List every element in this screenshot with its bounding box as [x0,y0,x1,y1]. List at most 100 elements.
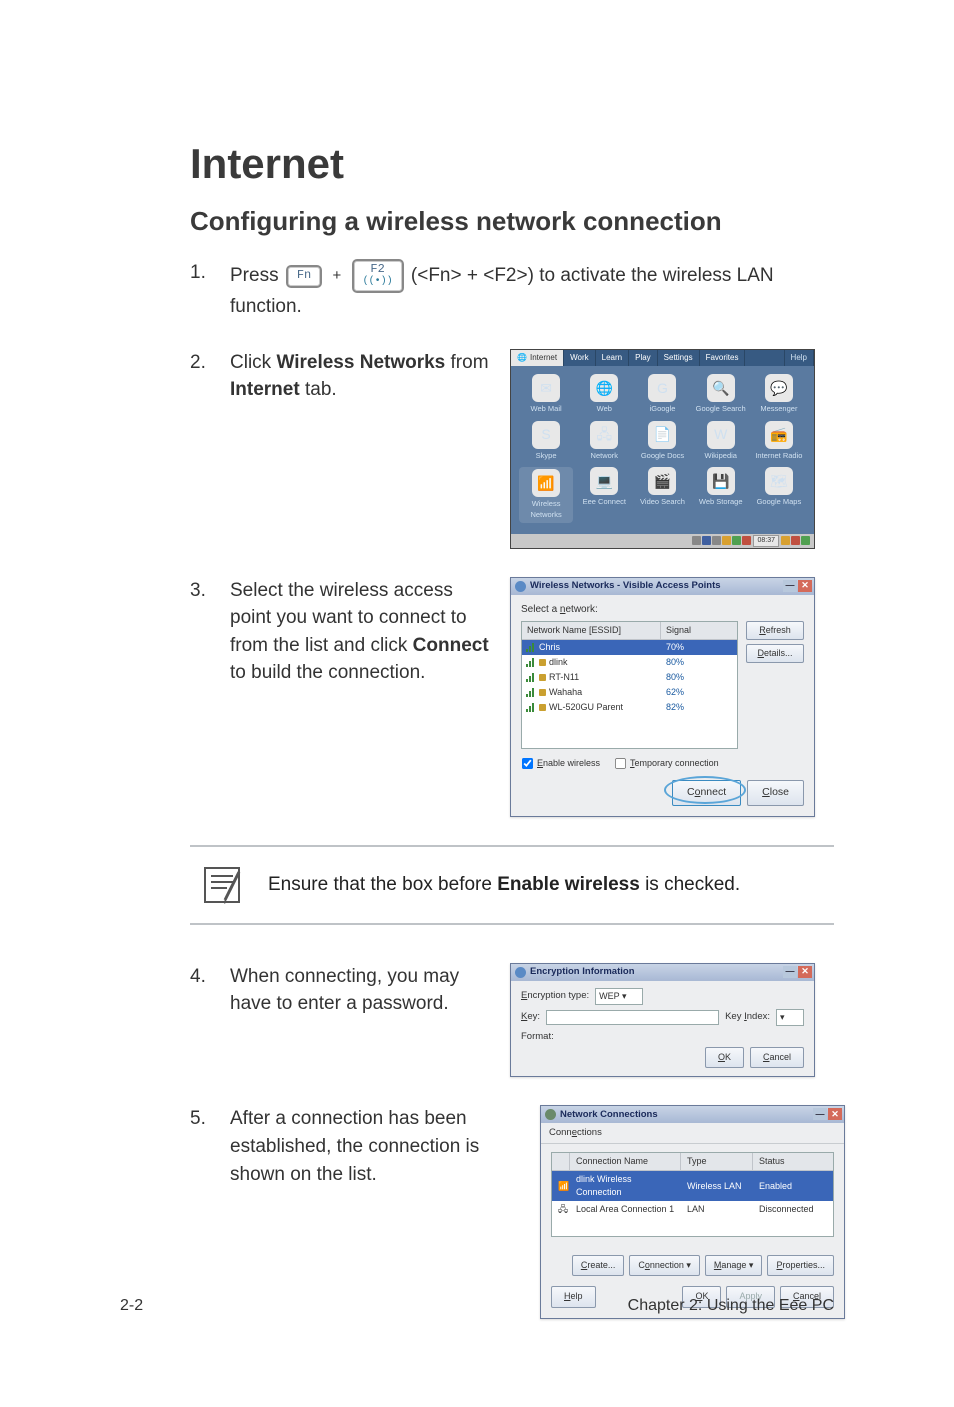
col-connection-name: Connection Name [570,1153,681,1170]
page-number: 2-2 [120,1297,143,1315]
lock-icon [539,674,546,681]
close-dialog-button[interactable]: Close [747,780,804,805]
connection-row[interactable]: 📶 dlink Wireless Connection Wireless LAN… [552,1171,833,1201]
step-2-bold-b: Internet [230,379,300,400]
note-icon [198,861,246,909]
app-skype[interactable]: SSkype [519,421,573,462]
connect-button[interactable]: Connect [672,780,741,805]
app-video-search[interactable]: 🎬Video Search [635,467,689,523]
connection-row[interactable]: 🖧 Local Area Connection 1 LAN Disconnect… [552,1201,833,1218]
connections-table[interactable]: Connection Name Type Status 📶 dlink Wire… [551,1152,834,1237]
note-text: Ensure that the box before Enable wirele… [268,874,740,896]
app-wireless-networks[interactable]: 📶Wireless Networks [519,467,573,523]
clock: 08:37 [753,535,779,547]
step-3-bold-a: Connect [413,635,489,656]
tab-work[interactable]: Work [564,350,596,366]
step-2-bold-a: Wireless Networks [276,352,445,373]
app-wikipedia[interactable]: WWikipedia [694,421,748,462]
minimize-button[interactable]: — [783,580,797,592]
app-internet-radio[interactable]: 📻Internet Radio [752,421,806,462]
connections-menu[interactable]: Connections [541,1123,844,1144]
tab-play[interactable]: Play [629,350,658,366]
network-row[interactable]: Chris 70% [522,640,737,655]
system-tray [692,536,751,545]
ok-button[interactable]: OK [705,1047,744,1068]
step-5-text: After a connection has been established,… [230,1105,520,1188]
properties-button[interactable]: Properties... [767,1255,834,1276]
tab-settings[interactable]: Settings [658,350,700,366]
app-web[interactable]: 🌐Web [577,374,631,415]
lock-icon [539,689,546,696]
manage-dropdown-button[interactable]: Manage ▾ [705,1255,763,1276]
lock-icon [539,704,546,711]
network-row[interactable]: dlink 80% [522,655,737,670]
app-google-maps[interactable]: 🗺Google Maps [752,467,806,523]
internet-tab-screenshot: 🌐Internet Work Learn Play Settings Favor… [510,349,815,549]
tab-internet[interactable]: 🌐Internet [511,350,564,366]
select-network-label: Select a network: [521,603,804,618]
tab-bar: 🌐Internet Work Learn Play Settings Favor… [511,350,814,366]
app-network[interactable]: 🖧Network [577,421,631,462]
step-3-number: 3. [190,577,212,817]
network-row[interactable]: WL-520GU Parent 82% [522,700,737,715]
app-web-mail[interactable]: ✉Web Mail [519,374,573,415]
connection-dropdown-button[interactable]: Connection ▾ [629,1255,700,1276]
step-1-text-pre: Press [230,265,284,286]
app-google-search[interactable]: 🔍Google Search [694,374,748,415]
note-box: Ensure that the box before Enable wirele… [190,845,834,925]
app-igoogle[interactable]: GiGoogle [635,374,689,415]
step-4-number: 4. [190,963,212,1078]
close-button[interactable]: ✕ [798,966,812,978]
details-button[interactable]: Details... [746,644,804,663]
wifi-antenna-icon: ((•)) [363,276,393,287]
taskbar: 08:37 [511,534,814,548]
cancel-button[interactable]: Cancel [750,1047,804,1068]
step-4-text: When connecting, you may have to enter a… [230,963,490,1018]
wifi-title-icon [515,581,526,592]
enable-wireless-checkbox[interactable]: Enable wireless [521,757,600,770]
step-3: 3. Select the wireless access point you … [190,577,834,817]
fn-key-icon: Fn [286,265,322,288]
network-list[interactable]: Network Name [ESSID] Signal Chris 70% dl… [521,621,738,749]
chapter-label: Chapter 2: Using the Eee PC [628,1297,834,1315]
minimize-button[interactable]: — [813,1108,827,1120]
section-subheading: Configuring a wireless network connectio… [190,206,834,237]
format-label: Format: [521,1030,554,1044]
close-button[interactable]: ✕ [828,1108,842,1120]
refresh-button[interactable]: Refresh [746,621,804,640]
close-button[interactable]: ✕ [798,580,812,592]
step-2-text-c: tab. [305,379,337,400]
step-2-text-b: from [451,352,489,373]
temporary-connection-checkbox[interactable]: Temporary connection [614,757,719,770]
page-heading: Internet [190,140,834,188]
tab-help[interactable]: Help [785,350,814,366]
encryption-type-select[interactable]: WEP ▾ [595,988,643,1005]
net-dialog-title: Network Connections [560,1108,658,1122]
minimize-button[interactable]: — [783,966,797,978]
network-row[interactable]: RT-N11 80% [522,670,737,685]
step-3-text-b: to build the connection. [230,662,425,683]
tab-favorites[interactable]: Favorites [700,350,746,366]
wifi-dialog-title: Wireless Networks - Visible Access Point… [530,579,721,593]
col-type: Type [681,1153,753,1170]
network-row[interactable]: Wahaha 62% [522,685,737,700]
app-messenger[interactable]: 💬Messenger [752,374,806,415]
step-2-number: 2. [190,349,212,549]
step-2-text: Click Wireless Networks from Internet ta… [230,349,490,404]
lock-icon [539,659,546,666]
step-3-text: Select the wireless access point you wan… [230,577,490,687]
step-2-text-a: Click [230,352,276,373]
app-google-docs[interactable]: 📄Google Docs [635,421,689,462]
key-index-select[interactable]: ▾ [776,1009,804,1026]
app-eee-connect[interactable]: 💻Eee Connect [577,467,631,523]
enc-dialog-titlebar: Encryption Information — ✕ [511,964,814,981]
create-button[interactable]: Create... [572,1255,625,1276]
step-5: 5. After a connection has been establish… [190,1105,834,1318]
step-5-number: 5. [190,1105,212,1318]
f2-key-icon: F2 ((•)) [352,259,404,293]
enc-dialog-title: Encryption Information [530,965,635,979]
tab-learn[interactable]: Learn [596,350,629,366]
key-input[interactable] [546,1010,719,1025]
app-web-storage[interactable]: 💾Web Storage [694,467,748,523]
wifi-dialog-titlebar: Wireless Networks - Visible Access Point… [511,578,814,595]
